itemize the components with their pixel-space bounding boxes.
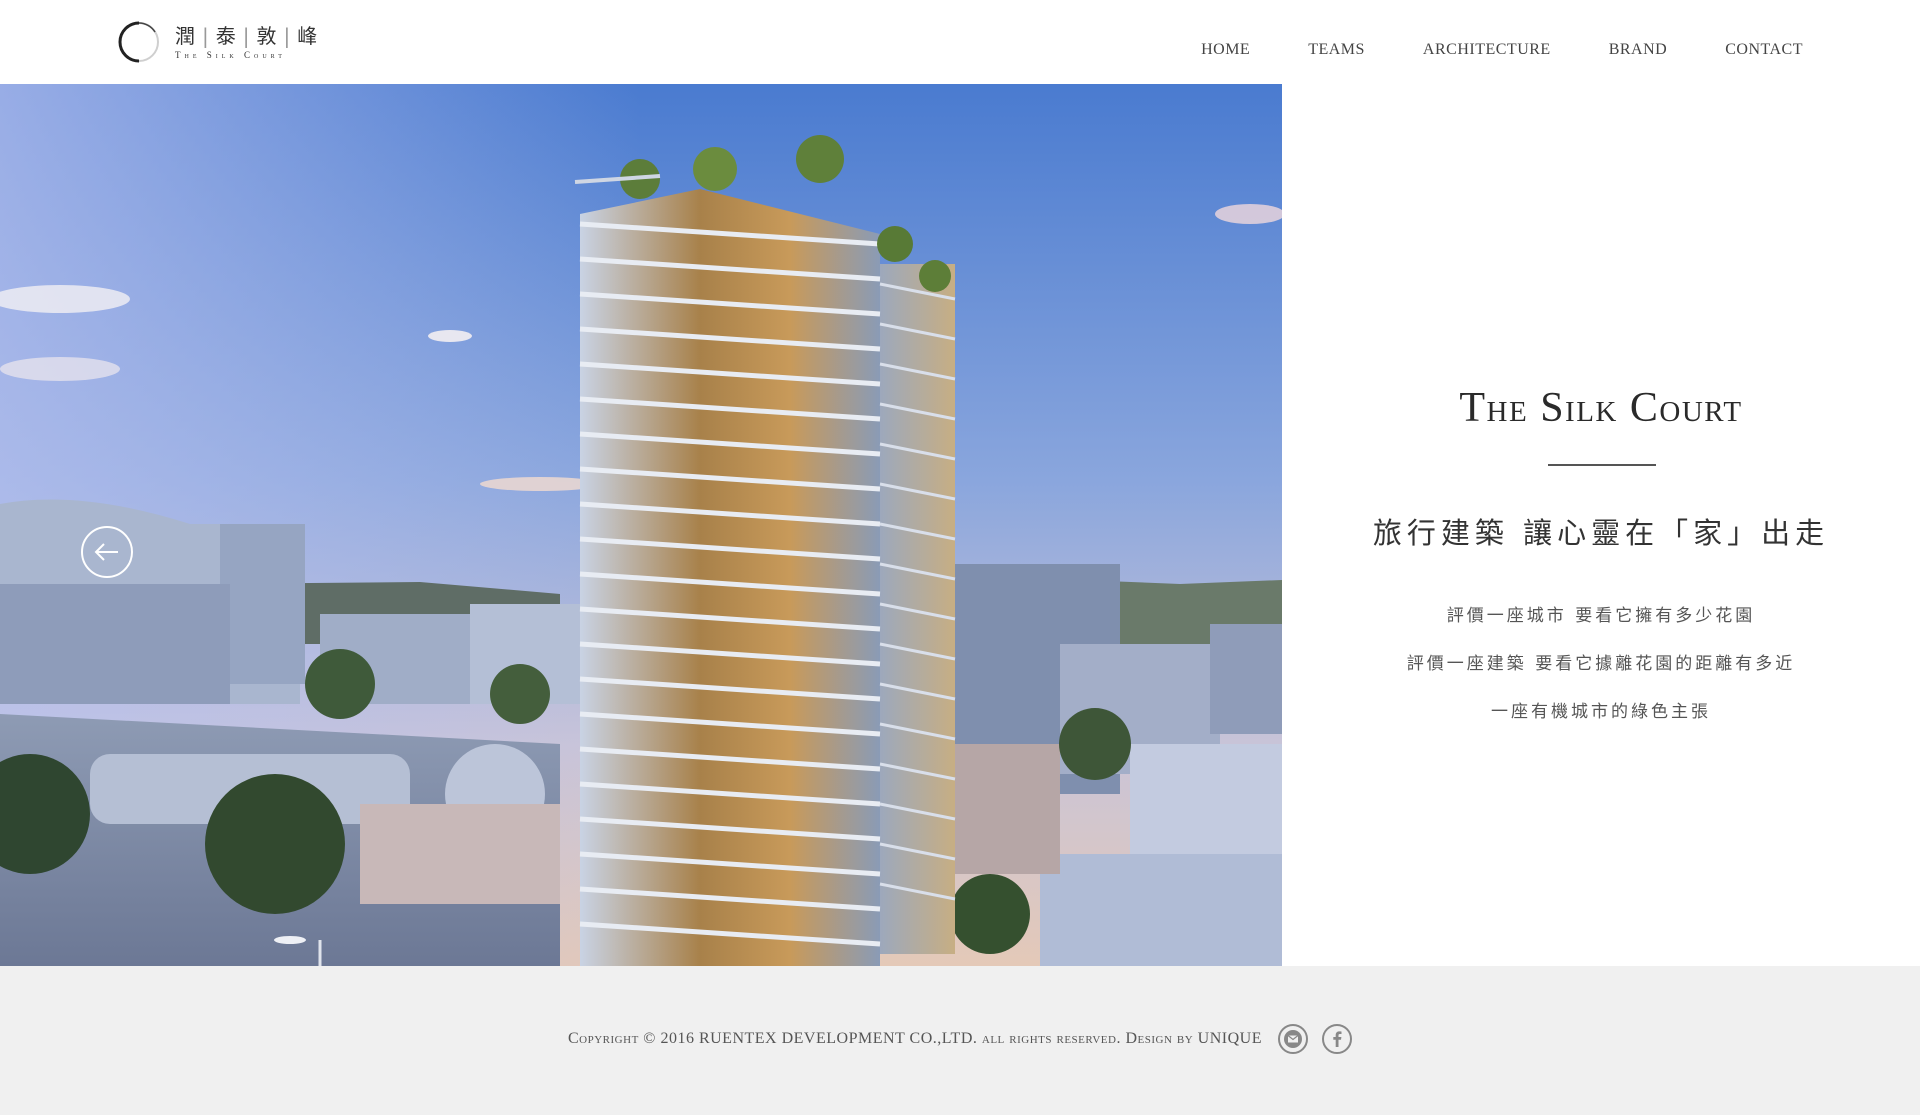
nav-brand[interactable]: BRAND [1609,36,1668,64]
logo-ring-icon [118,21,159,63]
site-logo[interactable]: 潤 | 泰 | 敦 | 峰 The Silk Court [117,20,318,64]
nav-contact[interactable]: CONTACT [1725,36,1803,64]
logo-chinese-name: 潤 | 泰 | 敦 | 峰 [175,24,319,48]
slider-prev-button[interactable] [81,526,133,578]
logo-char-3: 敦 [256,24,278,48]
page-title: The Silk Court [1459,385,1743,431]
description-lines: 評價一座城市 要看它擁有多少花園 評價一座建築 要看它據離花園的距離有多近 一座… [1282,592,1920,736]
nav-home[interactable]: HOME [1201,36,1250,64]
description-line: 評價一座城市 要看它擁有多少花園 [1446,606,1756,626]
site-header: 潤 | 泰 | 敦 | 峰 The Silk Court HOME TEAMS ARCHIT… [0,0,1920,84]
copyright-text: Copyright © 2016 RUENTEX DEVELOPMENT CO.… [568,1030,1262,1047]
logo-char-2: 泰 [215,24,237,48]
logo-char-1: 潤 [175,24,196,48]
main-nav: HOME TEAMS ARCHITECTURE BRAND CONTACT [1143,36,1803,64]
facebook-button[interactable] [1321,1024,1352,1054]
mail-button[interactable] [1277,1024,1308,1054]
description-line: 評價一座建築 要看它據離花園的距離有多近 [1406,654,1796,674]
description-line: 一座有機城市的綠色主張 [1491,702,1711,722]
logo-english-name: The Silk Court [175,50,286,60]
tagline: 旅行建築 讓心靈在「家」出走 [1372,516,1830,550]
facebook-icon [1333,1031,1342,1047]
mail-icon [1283,1030,1302,1048]
arrow-left-icon [94,543,118,561]
hero-slider [0,84,1282,966]
site-footer: Copyright © 2016 RUENTEX DEVELOPMENT CO.… [0,966,1920,1115]
nav-architecture[interactable]: ARCHITECTURE [1423,36,1551,64]
building-rendering-image [0,84,1282,966]
title-divider [1548,464,1656,466]
intro-panel: The Silk Court 旅行建築 讓心靈在「家」出走 評價一座城市 要看它… [1282,84,1920,966]
nav-teams[interactable]: TEAMS [1308,36,1365,64]
logo-char-4: 峰 [297,24,319,48]
